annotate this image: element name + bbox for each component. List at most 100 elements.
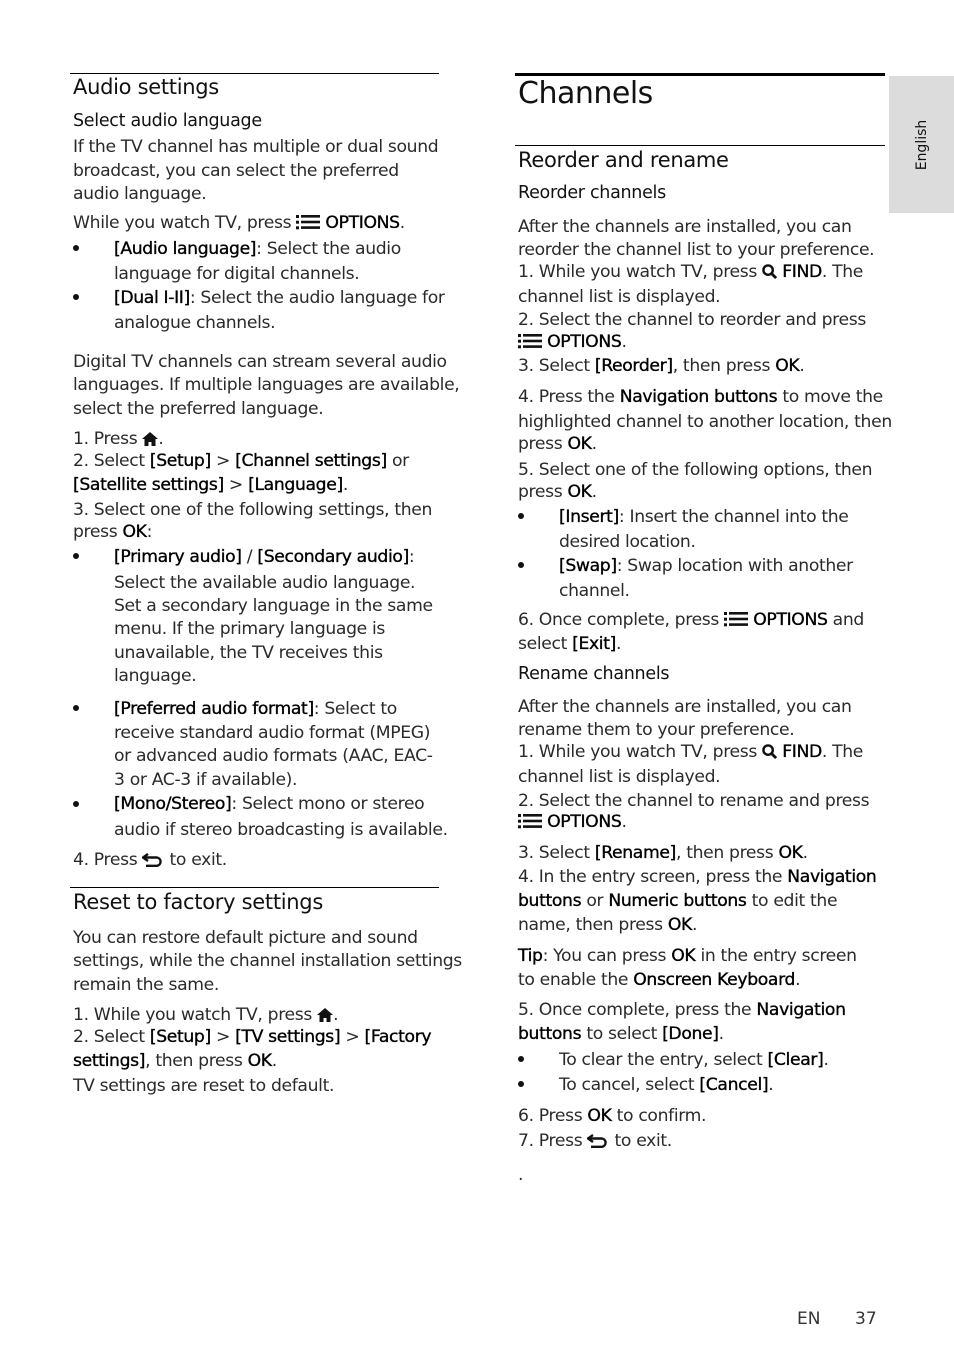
paragraph-line: select [Exit]. [518,634,622,654]
bullet-swap: [Swap]: Swap location with another [559,555,853,577]
step-4: 4. Press to exit. [73,849,227,871]
text: : Select the audio language for [189,288,445,308]
bullet [518,1081,524,1087]
rename-step-4-cont: buttons or Numeric buttons to edit the [518,890,838,912]
ok-label: OK [587,1106,612,1126]
paragraph-line: highlighted channel to another location,… [518,412,892,432]
rename-step-2-cont: OPTIONS. [518,811,627,833]
menu-rename: [Rename] [594,843,677,863]
bullet-insert: [Insert]: Insert the channel into the [559,506,849,528]
text: , then press [145,1051,248,1071]
reorder-step-1: 1. While you watch TV, press FIND. The [518,261,863,283]
option-name: [Dual I-II] [114,288,191,308]
text: : Swap location with another [616,556,853,576]
section-rule [70,73,439,74]
ok-label: OK [567,482,592,502]
text: 1. Press [73,429,143,449]
reorder-step-2-cont: OPTIONS. [518,331,627,353]
ok-label: OK [122,522,147,542]
back-icon [587,1134,609,1148]
rename-step-4-end: name, then press OK. [518,915,698,935]
back-icon [142,853,164,867]
text: 3. Select [518,843,595,863]
reorder-rename-heading: Reorder and rename [518,148,729,172]
paragraph-line: press OK. [518,482,597,502]
reorder-step-6: 6. Once complete, press OPTIONS and [518,609,864,631]
text: : Select mono or stereo [231,794,425,814]
menu-tv-settings: [TV settings] [235,1027,341,1047]
text: to exit. [164,850,228,870]
option-name: [Preferred audio format] [114,699,314,719]
text: , then press [675,843,779,863]
section-rule [515,145,885,146]
text: 6. Press [518,1106,588,1126]
paragraph-line: rename them to your preference. [518,720,795,740]
step-2-cont: [Satellite settings] > [Language]. [73,475,348,495]
options-label: OPTIONS [325,213,400,233]
menu-reorder: [Reorder] [594,356,674,376]
bullet [518,562,524,568]
menu-setup: [Setup] [149,1027,212,1047]
options-label: OPTIONS [547,812,622,832]
paragraph-line: desired location. [559,532,696,552]
bullet [518,513,524,519]
bullet-primary-secondary: [Primary audio] / [Secondary audio]: [114,547,415,567]
bullet [73,553,79,559]
text: 1. While you watch TV, press [518,262,763,282]
navigation-buttons-label: Navigation buttons [619,387,778,407]
rename-step-2: 2. Select the channel to rename and pres… [518,791,870,811]
text: 1. While you watch TV, press [518,742,763,762]
text: / [241,547,258,567]
language-tab: English [889,76,954,213]
paragraph-line: Set a secondary language in the same [114,596,433,616]
text: in the entry screen [695,946,857,966]
reorder-step-4: 4. Press the Navigation buttons to move … [518,386,883,408]
bullet [73,705,79,711]
options-icon [518,813,542,829]
chapter-title: Channels [518,76,653,111]
text: To clear the entry, select [559,1050,768,1070]
paragraph-line: receive standard audio format (MPEG) [114,723,431,743]
paragraph-line: Digital TV channels can stream several a… [73,352,447,372]
step-1: 1. Press . [73,429,164,449]
bullet [518,1056,524,1062]
step-3-cont: press OK: [73,522,153,542]
menu-clear: [Clear] [767,1050,824,1070]
rename-step-5: 5. Once complete, press the Navigation [518,999,846,1021]
menu-exit: [Exit] [572,634,617,654]
text: to exit. [609,1131,673,1151]
navigation-buttons-label: buttons [518,1024,582,1044]
text: to confirm. [611,1106,707,1126]
option-name: [Primary audio] [114,547,242,567]
bullet [73,294,79,300]
text: press [518,434,568,454]
bullet-clear: To clear the entry, select [Clear]. [559,1050,829,1070]
reset-step-1: 1. While you watch TV, press . [73,1005,339,1025]
text: and [827,610,865,630]
options-icon [296,214,320,230]
paragraph-line: audio language. [73,184,207,204]
paragraph-line: menu. If the primary language is [114,619,386,639]
paragraph-line: channel list is displayed. [518,767,721,787]
find-icon [762,264,777,279]
menu-setup: [Setup] [149,451,212,471]
menu-channel-settings: [Channel settings] [235,451,387,471]
step-3: 3. Select one of the following settings,… [73,500,433,520]
menu-language: [Language] [248,475,343,495]
options-label: OPTIONS [547,332,622,352]
bullet-dual: [Dual I-II]: Select the audio language f… [114,287,445,309]
numeric-buttons-label: Numeric buttons [608,891,747,911]
bullet-cancel: To cancel, select [Cancel]. [559,1075,774,1095]
ok-label: OK [671,946,696,966]
text: > [210,451,236,471]
tip-cont: to enable the Onscreen Keyboard. [518,970,801,990]
text: press [73,522,123,542]
text: : Insert the channel into the [618,507,849,527]
bullet-audio-language: [Audio language]: Select the audio [114,238,401,260]
text: 3. Select [518,356,595,376]
bullet-mono-stereo: [Mono/Stereo]: Select mono or stereo [114,793,425,815]
text: > [340,1027,365,1047]
paragraph-line: select the preferred language. [73,399,324,419]
reorder-step-3: 3. Select [Reorder], then press OK. [518,356,805,376]
text: . The [821,262,864,282]
